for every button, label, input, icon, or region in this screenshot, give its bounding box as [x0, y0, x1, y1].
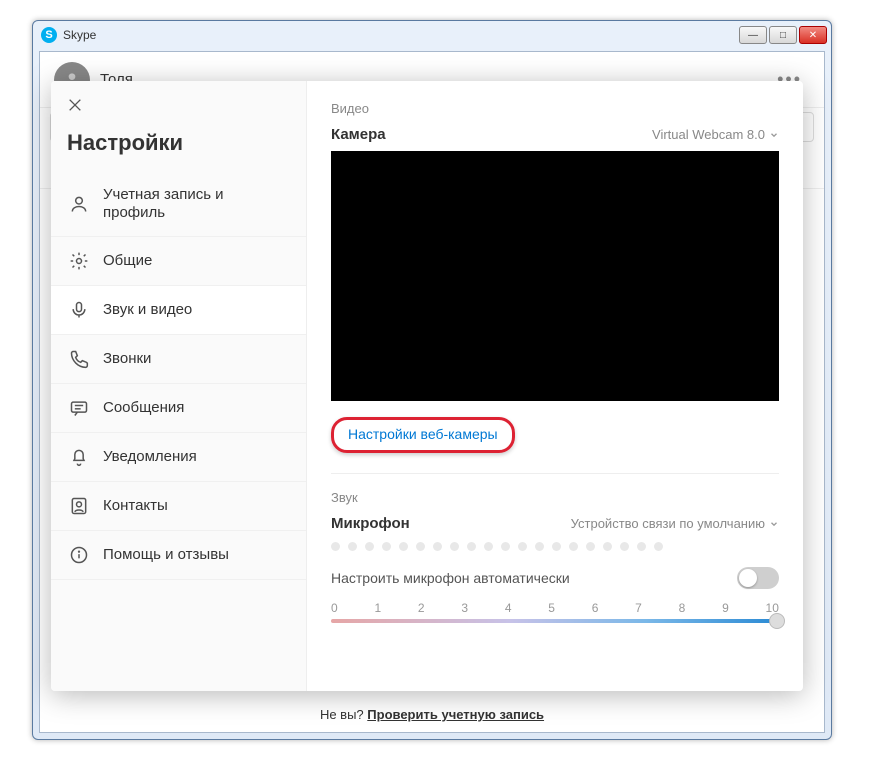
settings-nav: Настройки Учетная запись и профиль Общие… [51, 81, 307, 691]
video-section-label: Видео [331, 101, 779, 116]
gear-icon [69, 251, 89, 271]
info-icon [69, 545, 89, 565]
mic-selector[interactable]: Устройство связи по умолчанию [571, 516, 779, 531]
mic-volume-slider[interactable]: 0 1 2 3 4 5 6 7 8 9 10 [331, 601, 779, 623]
settings-close-button[interactable] [67, 97, 83, 118]
message-icon [69, 398, 89, 418]
skype-logo-icon: S [41, 27, 57, 43]
nav-account[interactable]: Учетная запись и профиль [51, 172, 306, 237]
nav-audio-video[interactable]: Звук и видео [51, 286, 306, 335]
webcam-settings-link[interactable]: Настройки веб-камеры [331, 417, 515, 453]
user-icon [69, 194, 89, 214]
camera-label: Камера [331, 126, 386, 143]
close-icon [67, 97, 83, 113]
nav-general[interactable]: Общие [51, 237, 306, 286]
bell-icon [69, 447, 89, 467]
divider [331, 473, 779, 474]
chevron-down-icon [769, 519, 779, 529]
mic-level-meter [331, 542, 779, 551]
audio-section-label: Звук [331, 490, 779, 505]
window-title: Skype [63, 28, 739, 42]
mic-icon [69, 300, 89, 320]
camera-selector[interactable]: Virtual Webcam 8.0 [652, 127, 779, 142]
chevron-down-icon [769, 130, 779, 140]
slider-ticks: 0 1 2 3 4 5 6 7 8 9 10 [331, 601, 779, 615]
nav-calls[interactable]: Звонки [51, 335, 306, 384]
slider-thumb[interactable] [769, 613, 785, 629]
nav-notifications[interactable]: Уведомления [51, 433, 306, 482]
close-button[interactable]: ✕ [799, 26, 827, 44]
phone-icon [69, 349, 89, 369]
contacts-icon [69, 496, 89, 516]
settings-content: Видео Камера Virtual Webcam 8.0 Настройк… [307, 81, 803, 691]
auto-mic-label: Настроить микрофон автоматически [331, 570, 570, 586]
app-window: S Skype ― □ ✕ Толя ••• П Чат Время [32, 20, 832, 740]
titlebar[interactable]: S Skype ― □ ✕ [33, 21, 831, 49]
settings-title: Настройки [51, 122, 306, 172]
maximize-button[interactable]: □ [769, 26, 797, 44]
slider-track[interactable] [331, 619, 779, 623]
verify-account-link[interactable]: Проверить учетную запись [367, 707, 544, 722]
nav-messages[interactable]: Сообщения [51, 384, 306, 433]
nav-help[interactable]: Помощь и отзывы [51, 531, 306, 580]
auto-mic-toggle[interactable] [737, 567, 779, 589]
mic-label: Микрофон [331, 515, 410, 532]
minimize-button[interactable]: ― [739, 26, 767, 44]
nav-contacts[interactable]: Контакты [51, 482, 306, 531]
camera-preview [331, 151, 779, 401]
footer-hint: Не вы? Проверить учетную запись [40, 697, 824, 732]
settings-panel: Настройки Учетная запись и профиль Общие… [51, 81, 803, 691]
